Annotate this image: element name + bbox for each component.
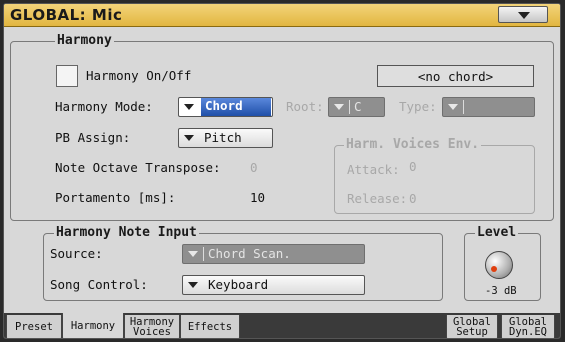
note-octave-transpose-label: Note Octave Transpose: xyxy=(55,160,221,175)
chevron-down-icon xyxy=(184,135,194,141)
harmony-mode-dropdown[interactable]: Chord xyxy=(178,97,273,117)
tab-label: Global Setup xyxy=(453,316,491,338)
song-control-label: Song Control: xyxy=(50,277,148,292)
chevron-down-icon xyxy=(518,12,530,19)
tab-label: Global Dyn.EQ xyxy=(509,316,547,338)
title-bar: GLOBAL: Mic xyxy=(4,4,560,27)
tab-preset[interactable]: Preset xyxy=(6,315,62,338)
tab-global-dyn-eq[interactable]: Global Dyn.EQ xyxy=(501,315,555,338)
tab-harmony-voices[interactable]: Harmony Voices xyxy=(124,315,180,338)
pb-assign-dropdown[interactable]: Pitch xyxy=(178,128,273,148)
page-title: GLOBAL: Mic xyxy=(10,6,123,24)
source-value: Chord Scan. xyxy=(208,246,291,261)
chevron-down-icon xyxy=(448,104,458,110)
chord-display-text: <no chord> xyxy=(417,69,494,84)
type-label: Type: xyxy=(399,99,437,114)
tab-label: Effects xyxy=(187,321,233,333)
chevron-down-icon xyxy=(334,104,344,110)
attack-value: 0 xyxy=(409,159,417,174)
harmony-mode-value-text: Chord xyxy=(205,98,243,113)
tab-effects[interactable]: Effects xyxy=(180,315,240,338)
harmony-group-title: Harmony xyxy=(55,33,114,48)
source-label: Source: xyxy=(50,246,103,261)
song-control-dropdown[interactable]: Keyboard xyxy=(182,275,365,295)
chevron-down-icon xyxy=(188,251,198,257)
dropdown-separator xyxy=(203,247,204,261)
harmony-note-input-title: Harmony Note Input xyxy=(54,225,199,240)
level-value: -3 dB xyxy=(485,285,517,297)
release-value: 0 xyxy=(409,191,417,206)
harmony-on-off-label: Harmony On/Off xyxy=(86,68,192,83)
root-dropdown: C xyxy=(328,97,385,117)
portamento-label: Portamento [ms]: xyxy=(55,190,176,205)
release-label: Release: xyxy=(347,191,408,206)
attack-label: Attack: xyxy=(347,162,400,177)
note-octave-transpose-value[interactable]: 0 xyxy=(250,160,258,175)
tab-label: Preset xyxy=(15,321,53,333)
harmony-mode-label: Harmony Mode: xyxy=(55,99,153,114)
root-label: Root: xyxy=(286,99,324,114)
type-dropdown xyxy=(442,97,535,117)
tab-global-setup[interactable]: Global Setup xyxy=(446,315,498,338)
dropdown-separator xyxy=(463,100,464,114)
chevron-down-icon xyxy=(188,282,198,288)
global-mic-window: GLOBAL: Mic Harmony Harmony On/Off <no c… xyxy=(3,3,561,339)
pb-assign-label: PB Assign: xyxy=(55,130,131,145)
voices-env-group-title: Harm. Voices Env. xyxy=(344,137,482,152)
root-value: C xyxy=(354,99,362,114)
level-knob[interactable] xyxy=(485,251,513,279)
harmony-mode-value: Chord xyxy=(201,98,271,116)
tab-bar: Preset Harmony Harmony Voices Effects Gl… xyxy=(4,313,560,338)
pb-assign-value: Pitch xyxy=(204,130,242,145)
tab-label: Harmony Voices xyxy=(129,316,175,338)
level-group-title: Level xyxy=(475,225,519,240)
chevron-down-icon xyxy=(184,104,194,110)
dropdown-separator xyxy=(349,100,350,114)
source-dropdown: Chord Scan. xyxy=(182,244,365,264)
portamento-value[interactable]: 10 xyxy=(250,190,265,205)
tab-harmony[interactable]: Harmony xyxy=(62,313,124,338)
tab-label: Harmony xyxy=(70,320,116,332)
page-menu-button[interactable] xyxy=(498,6,548,23)
chord-display: <no chord> xyxy=(377,65,534,87)
knob-pointer-icon xyxy=(491,266,497,272)
harmony-on-off-checkbox[interactable] xyxy=(56,65,78,87)
song-control-value: Keyboard xyxy=(208,277,269,292)
